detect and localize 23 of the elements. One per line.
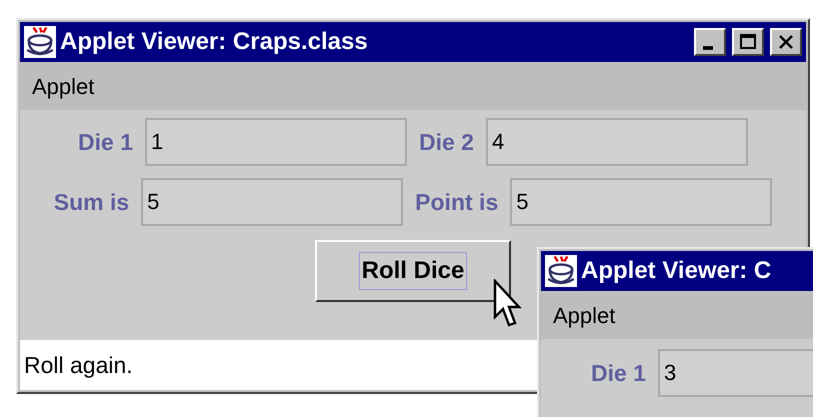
maximize-button[interactable] bbox=[732, 28, 764, 56]
text-field[interactable]: 4 bbox=[486, 118, 748, 166]
window-title: Applet Viewer: Craps.class bbox=[60, 28, 369, 56]
field-label: Sum is bbox=[54, 188, 130, 216]
close-button[interactable] bbox=[770, 28, 802, 56]
text-field[interactable]: 5 bbox=[510, 178, 772, 226]
coffee-cup-icon bbox=[545, 255, 577, 287]
text-field[interactable]: 1 bbox=[145, 118, 407, 166]
field-label: Die 2 bbox=[419, 128, 474, 156]
field-label: Point is bbox=[415, 188, 498, 216]
minimize-button[interactable] bbox=[694, 28, 726, 56]
text-field[interactable]: 5 bbox=[141, 178, 404, 226]
field-label: Die 1 bbox=[78, 128, 133, 156]
roll-dice-button[interactable]: Roll Dice bbox=[315, 240, 511, 302]
minimize-icon bbox=[703, 46, 713, 50]
maximize-icon bbox=[739, 33, 757, 51]
window-title: Applet Viewer: C bbox=[581, 257, 772, 285]
field-label: Die 1 bbox=[591, 360, 646, 386]
menu-item[interactable]: Applet bbox=[30, 74, 96, 100]
coffee-cup-icon bbox=[24, 26, 56, 58]
text-field[interactable]: 3 bbox=[658, 349, 813, 397]
close-icon bbox=[777, 33, 795, 51]
menu-item[interactable]: Applet bbox=[551, 303, 618, 329]
